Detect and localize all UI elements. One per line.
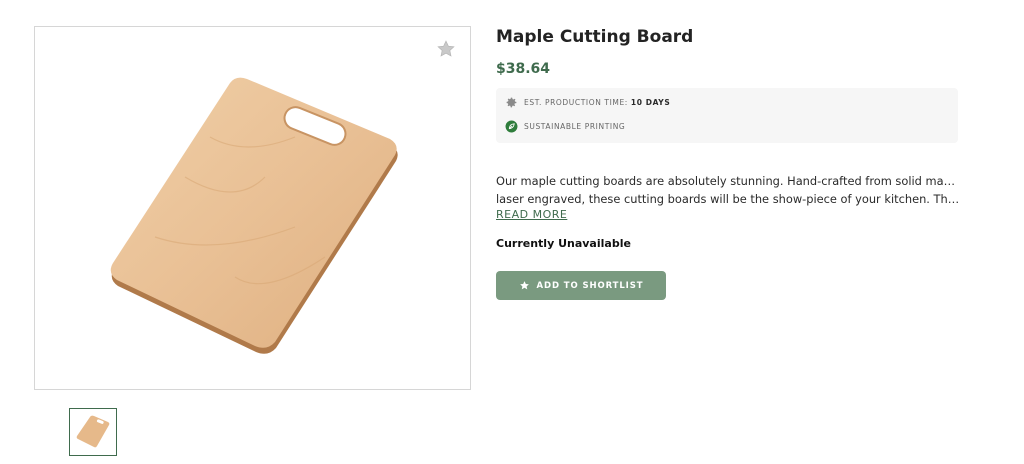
product-image [110,77,398,354]
availability-status: Currently Unavailable [496,237,631,250]
star-icon [519,281,529,290]
sustainable-printing-row: SUSTAINABLE PRINTING [505,120,625,133]
product-thumbnail[interactable] [69,408,117,456]
leaf-icon [505,120,518,133]
favorite-star-icon[interactable] [436,39,456,59]
description-line-2: laser engraved, these cutting boards wil… [496,192,960,206]
gear-icon [506,97,517,108]
read-more-link[interactable]: READ MORE [496,208,567,221]
product-image-frame [34,26,471,390]
production-time-row: EST. PRODUCTION TIME: 10 DAYS [505,96,670,109]
product-info-box: EST. PRODUCTION TIME: 10 DAYS SUSTAINABL… [496,88,958,143]
product-title: Maple Cutting Board [496,27,694,47]
sustainable-printing-label: SUSTAINABLE PRINTING [524,122,626,131]
product-description: Our maple cutting boards are absolutely … [496,172,966,208]
production-time-value: 10 DAYS [630,98,671,107]
production-time-label: EST. PRODUCTION TIME: [524,98,628,107]
description-line-1: Our maple cutting boards are absolutely … [496,174,960,188]
product-price: $38.64 [496,61,551,77]
add-to-shortlist-label: ADD TO SHORTLIST [536,280,644,291]
thumbnail-image [76,415,110,448]
add-to-shortlist-button[interactable]: ADD TO SHORTLIST [496,271,666,300]
